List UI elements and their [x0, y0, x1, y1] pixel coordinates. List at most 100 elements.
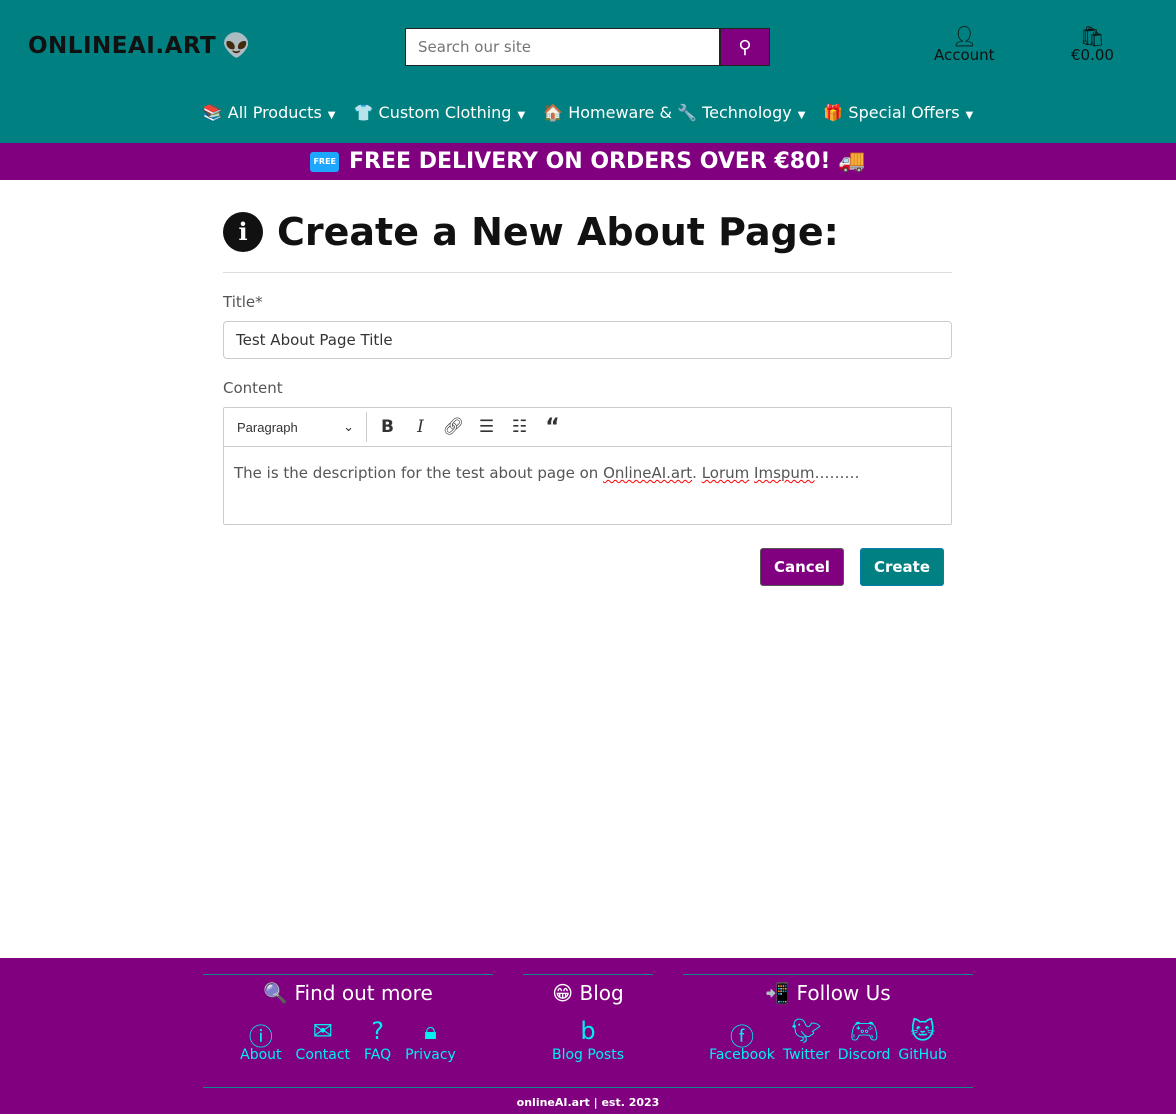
content-text: Lorum: [701, 464, 750, 482]
link-icon[interactable]: 🔗︎: [437, 417, 470, 437]
footer-heading-text: Find out more: [294, 981, 433, 1005]
footer-heading: 🔍 Find out more: [203, 981, 493, 1005]
cancel-button[interactable]: Cancel: [759, 548, 844, 586]
nav-label: Homeware &: [568, 103, 672, 122]
nav-homeware-technology[interactable]: 🏠 Homeware & 🔧 Technology ▼: [543, 103, 805, 122]
site-footer: 🔍 Find out more ⓘ About ✉ Contact ? FAQ 🔒︎ P…: [0, 958, 1176, 1114]
discord-icon: 🎮︎: [848, 1017, 880, 1045]
lock-icon: 🔒︎: [424, 1017, 437, 1045]
footer-github-link[interactable]: 🐱︎ GitHub: [898, 1017, 947, 1063]
copyright: onlineAI.art | est. 2023: [203, 1087, 973, 1109]
footer-find-out-more: 🔍 Find out more ⓘ About ✉ Contact ? FAQ 🔒︎ P…: [203, 974, 493, 1063]
info-circle-icon: i: [223, 212, 263, 252]
footer-follow-us: 📲 Follow Us ⓕ Facebook 🐦︎ Twitter 🎮︎ Discor…: [683, 974, 973, 1063]
logo[interactable]: ONLINEAI.ART 👽: [28, 32, 251, 59]
italic-icon[interactable]: I: [404, 417, 437, 437]
banner-text: FREE DELIVERY ON ORDERS OVER €80!: [349, 149, 831, 174]
link-label: Facebook: [709, 1047, 775, 1063]
nav-label: All Products: [227, 103, 322, 122]
nav-label: Special Offers: [848, 103, 960, 122]
footer-twitter-link[interactable]: 🐦︎ Twitter: [783, 1017, 830, 1063]
delivery-banner: FREE FREE DELIVERY ON ORDERS OVER €80! 🚚: [0, 143, 1176, 180]
blog-icon: b: [580, 1017, 596, 1045]
main-nav: 📚 All Products ▼ 👕 Custom Clothing ▼ 🏠 Hom…: [0, 103, 1176, 122]
title-label: Title*: [223, 293, 263, 311]
magnifier-icon: 🔍: [263, 981, 289, 1005]
content-text: .: [692, 464, 702, 482]
footer-heading: 😁 Blog: [523, 981, 653, 1005]
info-icon: ⓘ: [248, 1023, 273, 1051]
rich-text-editor: Paragraph ⌄ B I 🔗︎ ☰ ☷ “ The is the descr…: [223, 407, 952, 525]
footer-privacy-link[interactable]: 🔒︎ Privacy: [405, 1017, 456, 1063]
nav-custom-clothing[interactable]: 👕 Custom Clothing ▼: [354, 103, 526, 122]
cart-link[interactable]: 🛍︎ €0.00: [1071, 24, 1114, 64]
house-icon: 🏠: [543, 103, 564, 122]
footer-faq-link[interactable]: ? FAQ: [364, 1017, 391, 1063]
content-text: The is the description for the test abou…: [234, 464, 604, 482]
search-form: ⚲: [405, 28, 770, 66]
search-icon: ⚲: [738, 36, 752, 57]
search-input[interactable]: [405, 28, 720, 66]
truck-icon: 🚚: [838, 149, 866, 174]
create-about-form: i Create a New About Page: Title* Content…: [223, 210, 952, 586]
link-label: Blog Posts: [552, 1047, 624, 1063]
nav-special-offers[interactable]: 🎁 Special Offers ▼: [823, 103, 973, 122]
caret-down-icon: ▼: [797, 110, 806, 121]
footer-heading-text: Follow Us: [796, 981, 891, 1005]
site-header: ONLINEAI.ART👽 ⚲ 👤︎Account 🛍︎€0.00 📚 All …: [0, 0, 1176, 143]
account-link[interactable]: 👤︎ Account: [934, 24, 995, 64]
github-icon: 🐱︎: [910, 1017, 936, 1045]
shopping-bag-icon: 🛍︎: [1079, 24, 1106, 48]
title-input[interactable]: [223, 321, 952, 359]
caret-down-icon: ▼: [965, 110, 974, 121]
numbered-list-icon[interactable]: ☷: [503, 417, 536, 437]
footer-contact-link[interactable]: ✉ Contact: [296, 1017, 350, 1063]
create-button[interactable]: Create: [859, 548, 944, 586]
question-icon: ?: [371, 1017, 384, 1045]
link-label: GitHub: [898, 1047, 947, 1063]
link-label: Contact: [295, 1047, 351, 1063]
footer-heading: 📲 Follow Us: [683, 981, 973, 1005]
free-badge-icon: FREE: [310, 152, 340, 172]
content-label: Content: [223, 379, 283, 397]
bulleted-list-icon[interactable]: ☰: [470, 417, 503, 437]
mobile-icon: 📲: [765, 981, 791, 1005]
link-label: About: [240, 1047, 282, 1063]
shirt-icon: 👕: [353, 103, 374, 122]
footer-blog: 😁 Blog b Blog Posts: [523, 974, 653, 1063]
blockquote-icon[interactable]: “: [536, 415, 569, 440]
twitter-icon: 🐦︎: [791, 1017, 822, 1045]
chevron-down-icon: ⌄: [343, 419, 354, 434]
wrench-icon: 🔧: [677, 103, 697, 122]
editor-toolbar: Paragraph ⌄ B I 🔗︎ ☰ ☷ “: [224, 408, 951, 447]
footer-blog-posts-link[interactable]: b Blog Posts: [552, 1017, 624, 1063]
content-text: Imspum: [754, 464, 815, 482]
footer-about-link[interactable]: ⓘ About: [240, 1017, 281, 1063]
page-title-text: Create a New About Page:: [277, 210, 839, 254]
footer-discord-link[interactable]: 🎮︎ Discord: [838, 1017, 891, 1063]
nav-label: Technology: [702, 103, 792, 122]
footer-facebook-link[interactable]: ⓕ Facebook: [709, 1017, 775, 1063]
grin-icon: 😁: [552, 981, 574, 1005]
facebook-icon: ⓕ: [729, 1023, 754, 1051]
bold-icon[interactable]: B: [371, 417, 404, 437]
books-icon: 📚: [202, 103, 223, 122]
logo-text: ONLINEAI.ART: [28, 33, 217, 59]
envelope-icon: ✉: [312, 1017, 333, 1045]
search-button[interactable]: ⚲: [720, 28, 770, 66]
cart-total: €0.00: [1071, 46, 1114, 64]
heading-format-select[interactable]: Paragraph ⌄: [237, 412, 367, 442]
editor-content[interactable]: The is the description for the test abou…: [224, 447, 951, 524]
nav-label: Custom Clothing: [378, 103, 512, 122]
footer-heading-text: Blog: [579, 981, 624, 1005]
caret-down-icon: ▼: [327, 110, 336, 121]
content-text: ………: [814, 464, 860, 482]
link-label: Discord: [837, 1047, 891, 1063]
link-label: Privacy: [405, 1047, 456, 1063]
format-value: Paragraph: [237, 419, 298, 435]
link-label: Twitter: [782, 1047, 830, 1063]
content-text: OnlineAI.art: [603, 464, 693, 482]
caret-down-icon: ▼: [517, 110, 526, 121]
user-icon: 👤︎: [951, 24, 977, 48]
nav-all-products[interactable]: 📚 All Products ▼: [203, 103, 336, 122]
